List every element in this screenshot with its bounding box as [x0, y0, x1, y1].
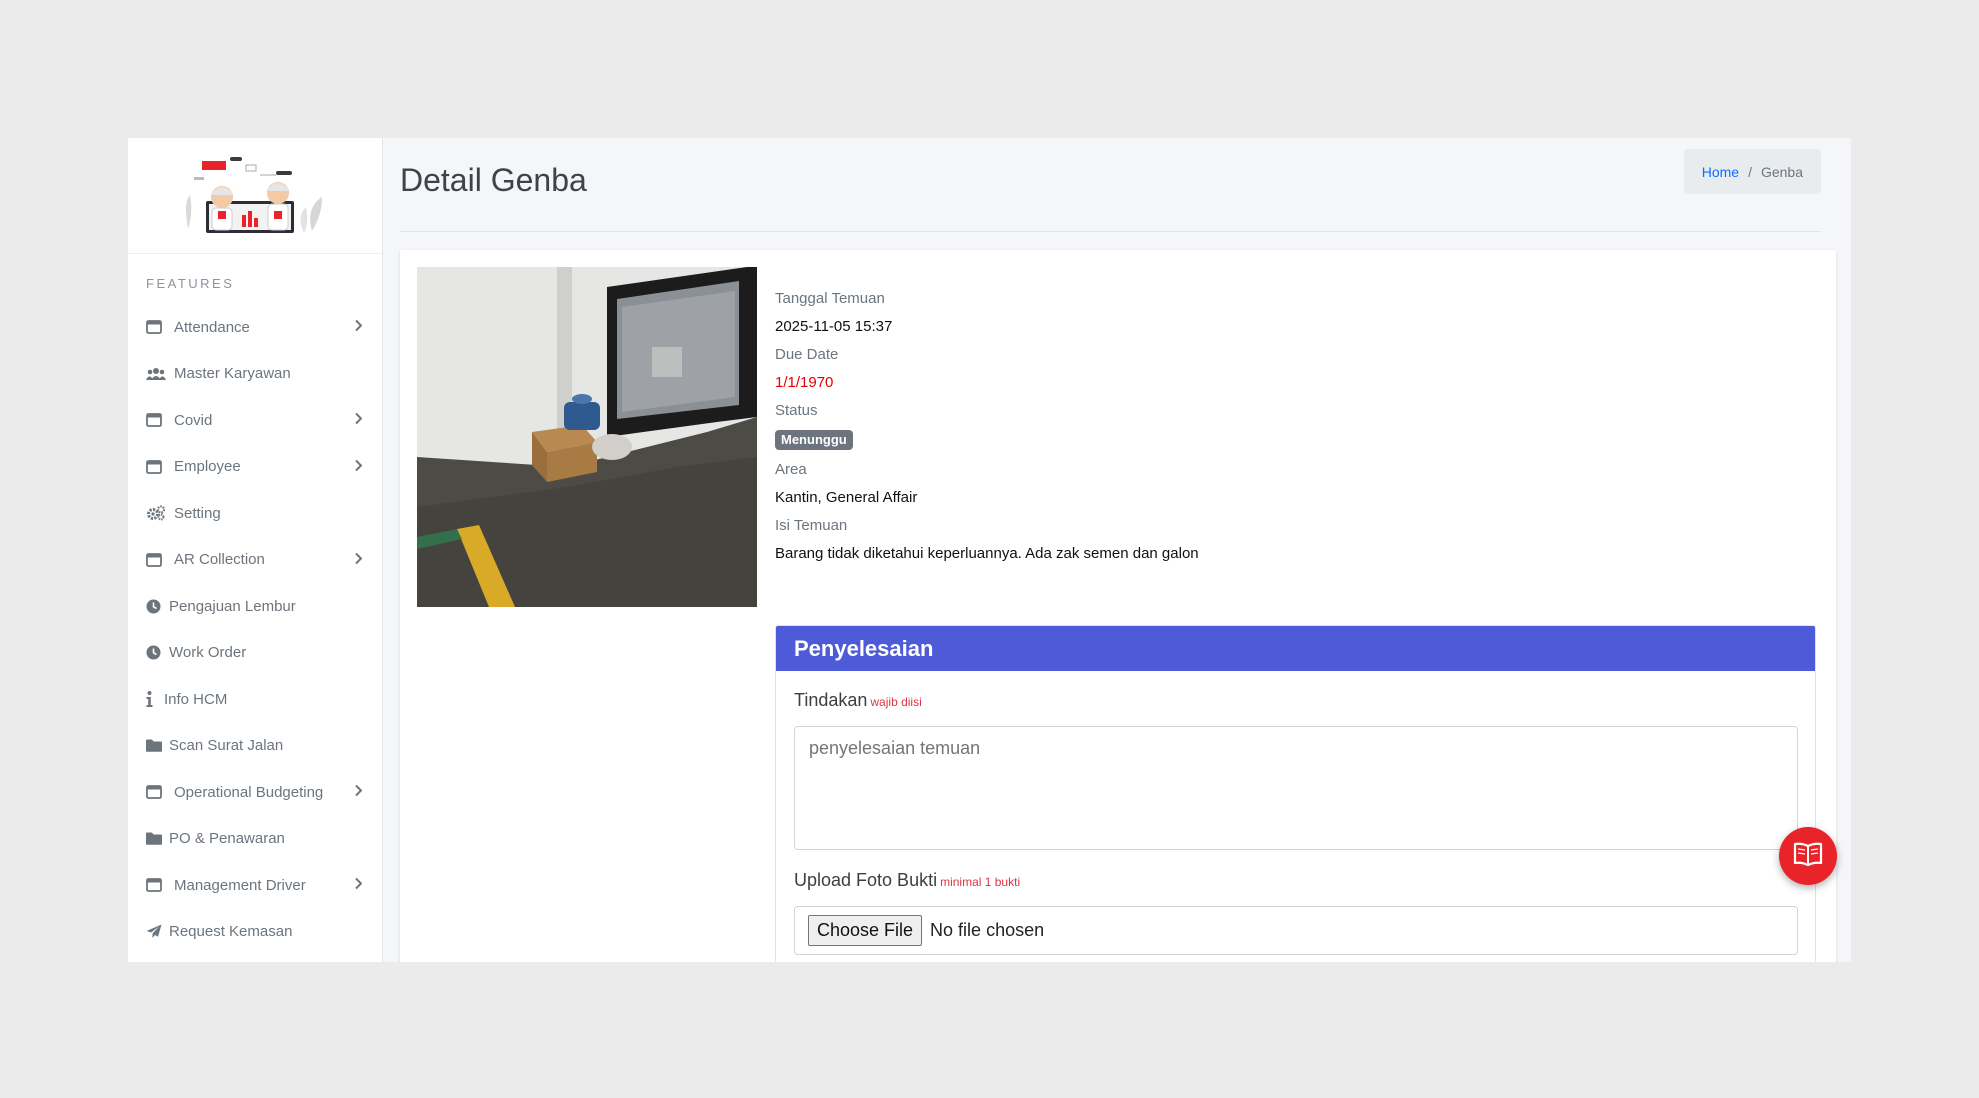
chevron-right-icon: [354, 319, 363, 336]
chevron-right-icon: [354, 877, 363, 894]
tindakan-textarea[interactable]: [794, 726, 1798, 850]
upload-file-input[interactable]: Choose File No file chosen: [794, 906, 1798, 955]
paper-plane-icon: [146, 924, 163, 939]
page-title: Detail Genba: [400, 162, 587, 198]
sidebar-item-operational-budgeting[interactable]: Operational Budgeting: [128, 769, 382, 816]
sidebar-item-label: Employee: [174, 458, 241, 476]
sidebar: FEATURES Attendance Master Karyawan Covi…: [128, 138, 383, 962]
folder-icon: [146, 832, 163, 846]
users-icon: [146, 367, 166, 381]
sidebar-item-label: Covid: [174, 411, 213, 429]
sidebar-item-request-kemasan[interactable]: Request Kemasan: [128, 909, 382, 956]
chevron-right-icon: [354, 551, 363, 568]
sidebar-item-label: Master Karyawan: [174, 365, 291, 383]
window-icon: [146, 459, 166, 474]
chevron-right-icon: [354, 784, 363, 801]
status-label: Status: [775, 402, 818, 419]
sidebar-item-work-order[interactable]: Work Order: [128, 630, 382, 677]
due-date-label: Due Date: [775, 346, 839, 363]
area-label: Area: [775, 461, 807, 478]
sidebar-item-label: Pengajuan Lembur: [169, 597, 296, 615]
tanggal-temuan-value: 2025-11-05 15:37: [775, 318, 893, 335]
status-badge: Menunggu: [775, 430, 853, 450]
book-icon: [1793, 842, 1823, 871]
breadcrumb-separator: /: [1748, 163, 1752, 180]
sidebar-item-management-driver[interactable]: Management Driver: [128, 862, 382, 909]
app-window: FEATURES Attendance Master Karyawan Covi…: [128, 138, 1851, 962]
sidebar-item-label: Info HCM: [164, 690, 228, 708]
tindakan-required-note: wajib diisi: [870, 695, 922, 709]
due-date-value: 1/1/1970: [775, 374, 834, 391]
sidebar-item-label: Scan Surat Jalan: [169, 737, 284, 755]
tanggal-temuan-label: Tanggal Temuan: [775, 290, 885, 307]
chevron-right-icon: [354, 458, 363, 475]
sidebar-item-pengajuan-lembur[interactable]: Pengajuan Lembur: [128, 583, 382, 630]
area-value: Kantin, General Affair: [775, 489, 918, 506]
sidebar-nav: Attendance Master Karyawan Covid Employe…: [128, 304, 382, 955]
window-icon: [146, 413, 166, 428]
header-divider: [400, 231, 1821, 232]
finding-details: Tanggal Temuan 2025-11-05 15:37 Due Date…: [775, 285, 1199, 568]
breadcrumb: Home / Genba: [1683, 149, 1821, 194]
sidebar-item-employee[interactable]: Employee: [128, 444, 382, 491]
penyelesaian-title: Penyelesaian: [776, 626, 1815, 671]
isi-temuan-value: Barang tidak diketahui keperluannya. Ada…: [775, 545, 1199, 562]
sidebar-item-label: Request Kemasan: [169, 923, 293, 941]
tindakan-label: Tindakan wajib diisi: [794, 690, 922, 711]
folder-icon: [146, 739, 163, 753]
sidebar-item-label: Operational Budgeting: [174, 783, 324, 801]
sidebar-item-label: Attendance: [174, 318, 250, 336]
sidebar-item-label: Work Order: [169, 644, 247, 662]
upload-label-text: Upload Foto Bukti: [794, 870, 938, 890]
info-icon: [146, 691, 158, 708]
window-icon: [146, 878, 166, 893]
clock-icon: [146, 599, 163, 614]
gears-icon: [146, 505, 166, 521]
sidebar-item-attendance[interactable]: Attendance: [128, 304, 382, 351]
logo-illustration: [186, 156, 322, 233]
tindakan-label-text: Tindakan: [794, 690, 868, 710]
sidebar-item-info-hcm[interactable]: Info HCM: [128, 676, 382, 723]
sidebar-item-scan-surat-jalan[interactable]: Scan Surat Jalan: [128, 723, 382, 770]
choose-file-button[interactable]: Choose File: [808, 915, 923, 946]
upload-required-note: minimal 1 bukti: [940, 875, 1021, 889]
upload-label: Upload Foto Bukti minimal 1 bukti: [794, 870, 1020, 891]
isi-temuan-label: Isi Temuan: [775, 517, 848, 534]
main-content: Detail Genba Home / Genba Tanggal Temuan…: [400, 138, 1836, 962]
penyelesaian-panel: Penyelesaian Tindakanwajib diisi Upload …: [775, 625, 1816, 962]
window-icon: [146, 785, 166, 800]
clock-icon: [146, 645, 163, 660]
chevron-right-icon: [354, 412, 363, 429]
sidebar-item-label: Setting: [174, 504, 221, 522]
sidebar-item-po-penawaran[interactable]: PO & Penawaran: [128, 816, 382, 863]
genba-detail-card: Tanggal Temuan 2025-11-05 15:37 Due Date…: [400, 250, 1836, 962]
sidebar-item-label: PO & Penawaran: [169, 830, 285, 848]
sidebar-section-title: FEATURES: [146, 276, 235, 291]
sidebar-item-setting[interactable]: Setting: [128, 490, 382, 537]
sidebar-item-label: Management Driver: [174, 876, 306, 894]
breadcrumb-home-link[interactable]: Home: [1702, 164, 1739, 180]
window-icon: [146, 320, 166, 335]
file-status-text: No file chosen: [930, 920, 1045, 940]
sidebar-item-covid[interactable]: Covid: [128, 397, 382, 444]
breadcrumb-current: Genba: [1760, 163, 1803, 180]
sidebar-item-master-karyawan[interactable]: Master Karyawan: [128, 351, 382, 398]
guide-fab-button[interactable]: [1779, 827, 1837, 885]
logo[interactable]: [128, 138, 382, 254]
sidebar-item-label: AR Collection: [174, 551, 265, 569]
window-icon: [146, 552, 166, 567]
finding-photo[interactable]: [417, 267, 757, 607]
sidebar-item-ar-collection[interactable]: AR Collection: [128, 537, 382, 584]
